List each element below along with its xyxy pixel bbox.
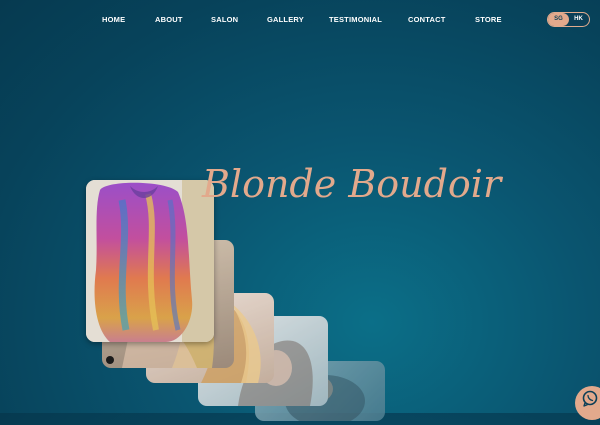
nav-store[interactable]: STORE — [475, 15, 502, 24]
gallery-card-1[interactable] — [86, 180, 214, 342]
nav-salon[interactable]: SALON — [211, 15, 238, 24]
lang-option-sg[interactable]: SG — [548, 13, 569, 26]
nav-contact[interactable]: CONTACT — [408, 15, 446, 24]
lang-option-hk[interactable]: HK — [568, 13, 589, 26]
instagram-icon[interactable] — [106, 356, 114, 364]
nav-about[interactable]: ABOUT — [155, 15, 183, 24]
whatsapp-icon — [582, 390, 598, 407]
main-nav: HOME ABOUT SALON GALLERY TESTIMONIAL CON… — [0, 12, 600, 30]
nav-testimonial[interactable]: TESTIMONIAL — [329, 15, 382, 24]
whatsapp-button[interactable] — [575, 386, 600, 420]
brand-logo-text: Blonde Boudoir — [202, 162, 502, 206]
gallery-card-1-image — [86, 180, 214, 342]
language-toggle[interactable]: SG HK — [547, 12, 590, 27]
nav-home[interactable]: HOME — [102, 15, 125, 24]
nav-gallery[interactable]: GALLERY — [267, 15, 304, 24]
